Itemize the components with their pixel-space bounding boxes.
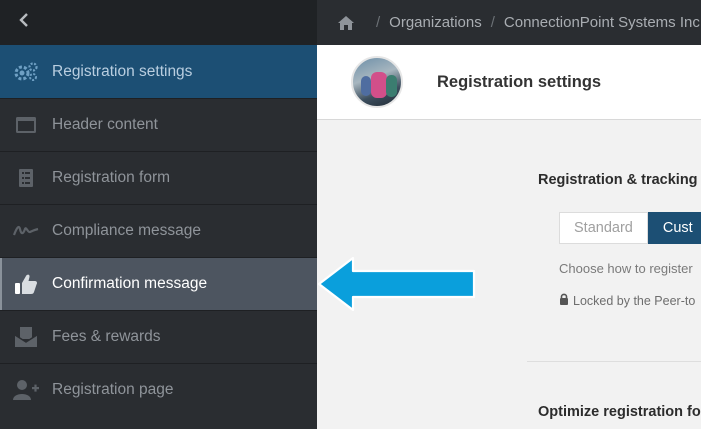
arrow-pointer-icon bbox=[317, 256, 476, 312]
gears-icon bbox=[0, 61, 52, 83]
locked-text: Locked by the Peer-to bbox=[573, 293, 696, 308]
divider bbox=[527, 361, 701, 362]
breadcrumb: / Organizations / ConnectionPoint System… bbox=[317, 0, 701, 45]
sidebar-top bbox=[0, 0, 317, 45]
sidebar-item-registration-page[interactable]: Registration page bbox=[0, 363, 317, 416]
sidebar-item-registration-form[interactable]: Registration form bbox=[0, 151, 317, 204]
sidebar-item-label: Registration settings bbox=[52, 62, 193, 80]
breadcrumb-separator: / bbox=[490, 14, 495, 31]
locked-note: Locked by the Peer-to bbox=[559, 293, 695, 308]
user-plus-icon bbox=[0, 379, 52, 401]
sidebar-item-compliance-message[interactable]: Compliance message bbox=[0, 204, 317, 257]
registration-type-toggle: Standard Cust bbox=[559, 212, 701, 244]
sidebar-item-label: Fees & rewards bbox=[52, 328, 161, 345]
sidebar-item-label: Confirmation message bbox=[52, 275, 208, 292]
section-title: Registration & tracking bbox=[538, 172, 698, 188]
lock-icon bbox=[559, 293, 569, 308]
breadcrumb-separator: / bbox=[376, 14, 381, 31]
sidebar-item-label: Registration page bbox=[52, 381, 174, 398]
browser-window-icon bbox=[0, 116, 52, 134]
section-title-optimize: Optimize registration fo bbox=[538, 404, 701, 420]
sidebar-item-label: Compliance message bbox=[52, 222, 202, 239]
custom-option[interactable]: Cust bbox=[647, 212, 701, 244]
chevron-left-icon[interactable] bbox=[18, 12, 30, 33]
checklist-icon bbox=[0, 168, 52, 188]
sidebar-item-label: Header content bbox=[52, 116, 158, 133]
page-title: Registration settings bbox=[437, 72, 602, 91]
thumbs-up-icon bbox=[0, 273, 52, 295]
standard-option[interactable]: Standard bbox=[559, 212, 648, 244]
sidebar-item-fees-rewards[interactable]: Fees & rewards bbox=[0, 310, 317, 363]
sidebar-item-registration-settings[interactable]: Registration settings bbox=[0, 45, 317, 98]
avatar bbox=[351, 56, 403, 108]
sidebar-item-label: Registration form bbox=[52, 169, 171, 186]
signature-icon bbox=[0, 223, 52, 239]
hint-text: Choose how to register bbox=[559, 261, 693, 276]
breadcrumb-organization-name[interactable]: ConnectionPoint Systems Inc bbox=[504, 14, 700, 31]
sidebar-item-confirmation-message[interactable]: Confirmation message bbox=[0, 257, 317, 310]
sidebar-item-header-content[interactable]: Header content bbox=[0, 98, 317, 151]
sidebar: Registration settings Header content Reg… bbox=[0, 0, 317, 429]
home-icon[interactable] bbox=[337, 15, 355, 31]
envelope-money-icon bbox=[0, 326, 52, 348]
page-header: Registration settings bbox=[317, 45, 701, 120]
main-panel: Registration settings Registration & tra… bbox=[317, 45, 701, 429]
breadcrumb-organizations[interactable]: Organizations bbox=[389, 14, 482, 31]
